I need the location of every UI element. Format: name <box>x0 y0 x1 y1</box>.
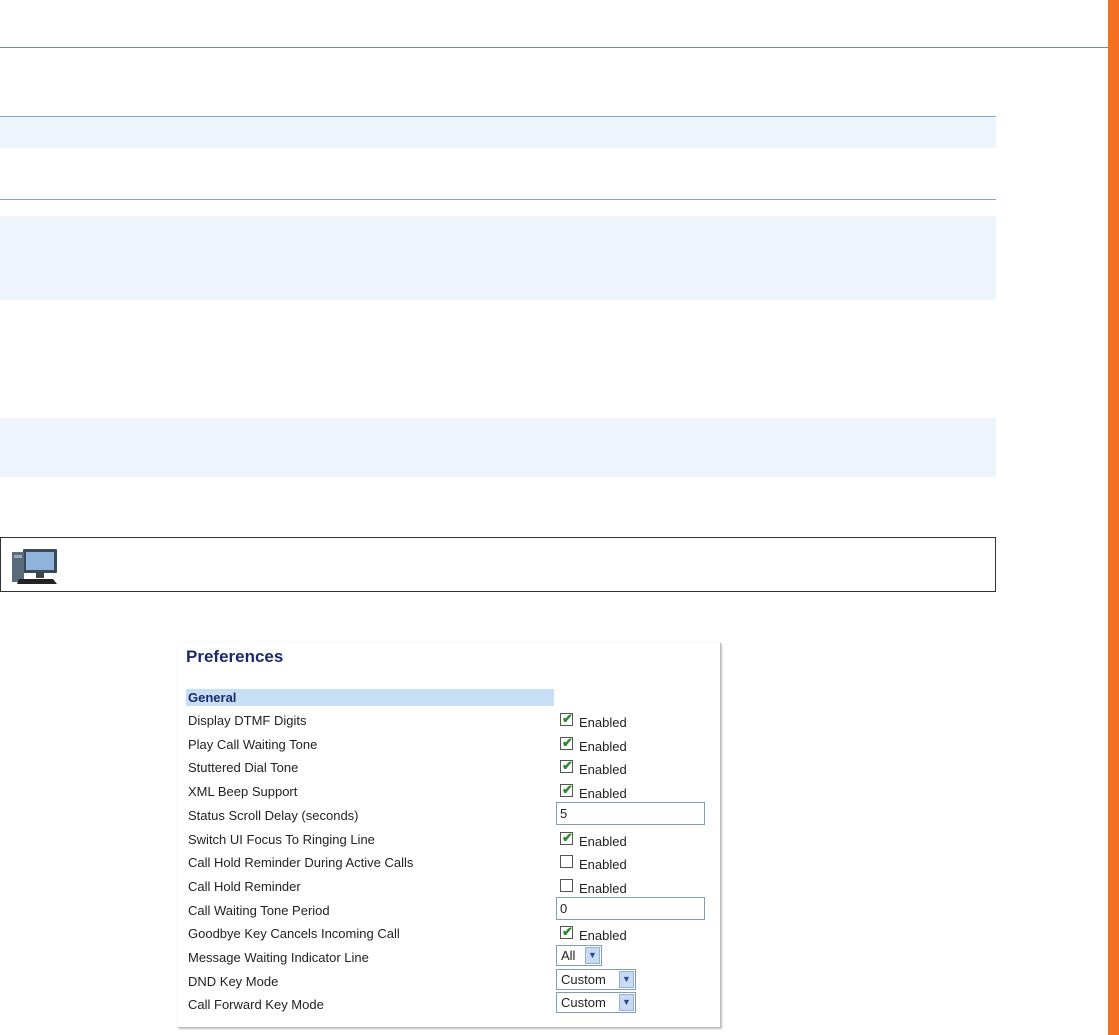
preferences-panel: Preferences General Display DTMF Digits ✔… <box>178 643 721 1028</box>
checkbox-label[interactable]: Enabled <box>579 714 627 731</box>
dropdown-value: Custom <box>561 972 606 987</box>
table-row-band <box>0 148 996 200</box>
setting-label: Switch UI Focus To Ringing Line <box>188 832 375 847</box>
enabled-checkbox[interactable]: ✔ <box>560 782 573 797</box>
table-row-band-shaded-2 <box>0 418 996 477</box>
dropdown-value: Custom <box>561 995 606 1010</box>
checkmark-icon: ✔ <box>562 711 573 726</box>
setting-label: Call Hold Reminder <box>188 879 301 894</box>
enabled-checkbox[interactable]: ✔ <box>560 924 573 939</box>
enabled-checkbox[interactable]: ✔ <box>560 758 573 773</box>
dropdown-select[interactable]: All ▼ <box>556 945 602 966</box>
panel-title: Preferences <box>186 647 284 666</box>
setting-label: Play Call Waiting Tone <box>188 737 318 752</box>
checkbox-label[interactable]: Enabled <box>579 927 627 944</box>
chevron-down-icon[interactable]: ▼ <box>619 971 634 988</box>
dropdown-value: All <box>561 948 576 963</box>
setting-label: Display DTMF Digits <box>188 713 307 728</box>
table-row-band-shaded <box>0 216 996 300</box>
text-input[interactable]: 0 <box>556 897 705 920</box>
text-input[interactable]: 5 <box>556 802 705 825</box>
computer-icon <box>12 549 57 584</box>
setting-label: Stuttered Dial Tone <box>188 760 299 775</box>
enabled-checkbox[interactable]: ✔ <box>560 735 573 750</box>
checkbox-label[interactable]: Enabled <box>579 761 627 778</box>
checkmark-icon: ✔ <box>562 758 573 773</box>
setting-label: Call Hold Reminder During Active Calls <box>188 855 414 870</box>
enabled-checkbox[interactable]: ✔ <box>560 711 573 726</box>
checkbox-label[interactable]: Enabled <box>579 856 627 873</box>
checkmark-icon: ✔ <box>562 830 573 845</box>
setting-label: DND Key Mode <box>188 974 279 989</box>
dropdown-select[interactable]: Custom ▼ <box>556 992 636 1013</box>
setting-label: Call Waiting Tone Period <box>188 903 330 918</box>
setting-label: Call Forward Key Mode <box>188 997 324 1012</box>
checkmark-icon: ✔ <box>562 782 573 797</box>
checkmark-icon: ✔ <box>562 735 573 750</box>
checkbox-label[interactable]: Enabled <box>579 880 627 897</box>
checkbox-label[interactable]: Enabled <box>579 738 627 755</box>
checkbox-label[interactable]: Enabled <box>579 785 627 802</box>
setting-label: Goodbye Key Cancels Incoming Call <box>188 926 400 941</box>
chevron-down-icon[interactable]: ▼ <box>619 994 634 1011</box>
enabled-checkbox[interactable] <box>560 855 573 868</box>
setting-label: Message Waiting Indicator Line <box>188 950 369 965</box>
dropdown-select[interactable]: Custom ▼ <box>556 969 636 990</box>
setting-label: Status Scroll Delay (seconds) <box>188 808 359 823</box>
table-header-band <box>0 116 996 149</box>
setting-label: XML Beep Support <box>188 784 298 799</box>
enabled-checkbox[interactable]: ✔ <box>560 830 573 845</box>
header-rule <box>0 47 1119 48</box>
checkmark-icon: ✔ <box>562 924 573 939</box>
chevron-down-icon[interactable]: ▼ <box>585 947 600 964</box>
section-header-general: General <box>186 689 554 706</box>
page-edge-accent <box>1108 0 1119 1035</box>
checkbox-label[interactable]: Enabled <box>579 833 627 850</box>
note-box <box>0 537 996 592</box>
enabled-checkbox[interactable] <box>560 879 573 892</box>
